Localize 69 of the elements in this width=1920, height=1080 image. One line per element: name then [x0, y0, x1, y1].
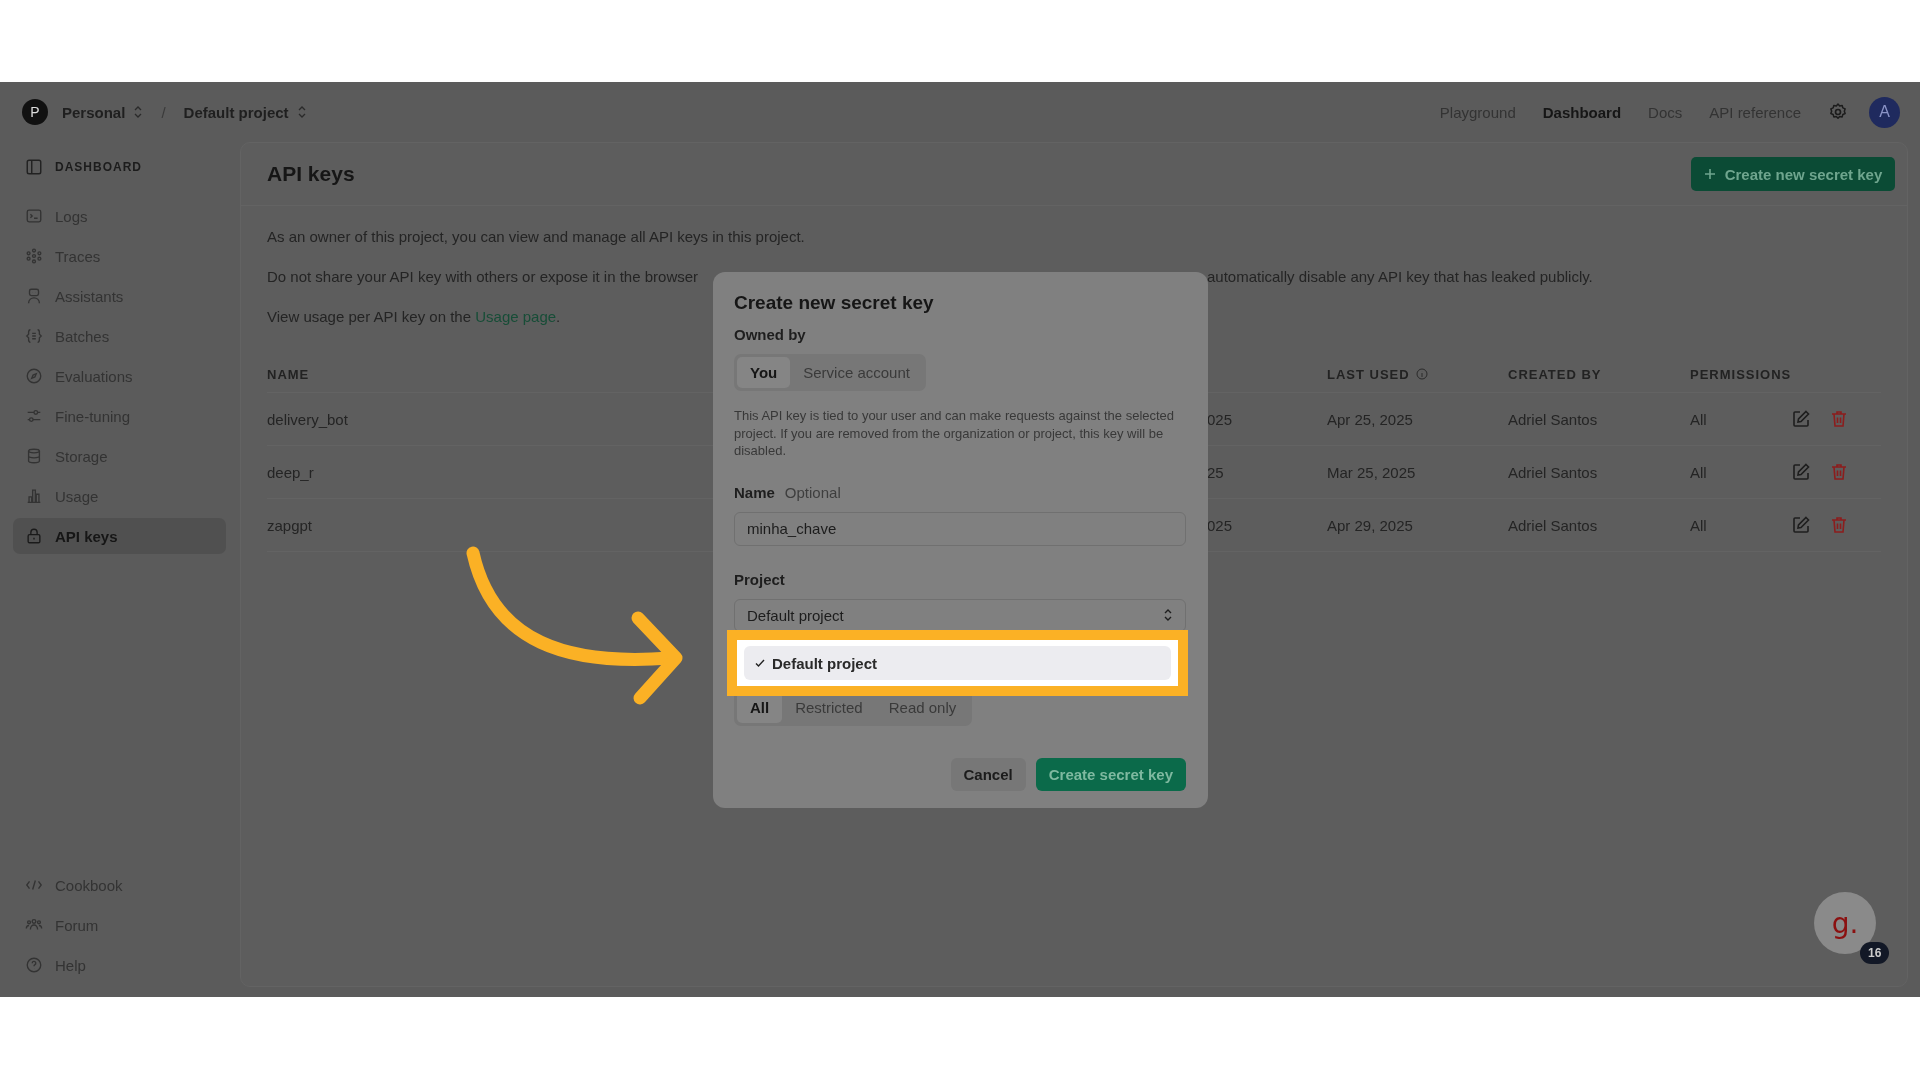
- field-label: Project: [734, 570, 786, 588]
- table-cell: All: [1690, 410, 1707, 428]
- bar-chart-icon: [25, 487, 43, 505]
- name-input[interactable]: minha_chave: [734, 511, 1186, 546]
- edit-icon[interactable]: [1791, 515, 1812, 535]
- info-icon[interactable]: [1415, 368, 1428, 380]
- cancel-button[interactable]: Cancel: [950, 757, 1026, 791]
- table-cell: Adriel Santos: [1508, 410, 1598, 428]
- warning-text: automatically disable any API key that has leaked publicly.: [1207, 268, 1593, 286]
- sliders-icon: [25, 407, 43, 425]
- table-cell: delivery_bot: [267, 410, 348, 428]
- create-secret-key-button[interactable]: Create secret key: [1035, 757, 1186, 791]
- column-header: NAME: [267, 366, 310, 382]
- page-title: API keys: [267, 162, 355, 186]
- dialog-title: Create new secret key: [734, 292, 935, 314]
- sidebar-item[interactable]: API keys: [13, 518, 226, 554]
- field-label: Owned by: [734, 326, 807, 343]
- table-cell: Apr 25, 2025: [1327, 410, 1413, 428]
- nav-link[interactable]: Dashboard: [1542, 103, 1622, 121]
- table-cell: 25: [1207, 463, 1224, 481]
- dropdown-option[interactable]: Default project: [744, 646, 1171, 680]
- table-cell: Mar 25, 2025: [1327, 463, 1416, 481]
- breadcrumb-separator: /: [160, 103, 167, 121]
- column-header: LAST USED: [1327, 366, 1410, 382]
- chevron-updown-icon: [296, 105, 307, 119]
- settings-icon[interactable]: [1828, 102, 1848, 122]
- table-cell: deep_r: [267, 463, 314, 481]
- terminal-icon: [25, 207, 43, 225]
- column-header: CREATED BY: [1508, 366, 1602, 382]
- optional-hint: Optional: [784, 483, 841, 501]
- usage-page-link[interactable]: Usage page: [475, 308, 557, 325]
- field-label: Name: [734, 483, 775, 501]
- table-cell: Apr 29, 2025: [1327, 516, 1413, 534]
- edit-icon[interactable]: [1791, 409, 1812, 429]
- intro-text: As an owner of this project, you can view and manage all API keys in this project.: [267, 228, 806, 246]
- table-cell: Adriel Santos: [1508, 516, 1598, 534]
- sidebar-heading: DASHBOARD: [55, 160, 142, 174]
- help-logo: g.: [1831, 906, 1859, 940]
- help-icon: [25, 956, 43, 974]
- dots-icon: [25, 247, 43, 265]
- database-icon: [25, 447, 43, 465]
- segment-option[interactable]: Restricted: [782, 691, 876, 723]
- warning-text: Do not share your API key with others or expose it in the browser: [267, 268, 700, 286]
- plus-icon: [1703, 168, 1716, 180]
- column-header: PERMISSIONS: [1690, 366, 1792, 382]
- compass-icon: [25, 367, 43, 385]
- org-switcher[interactable]: Personal: [58, 103, 148, 121]
- project-switcher[interactable]: Default project: [179, 103, 311, 121]
- chevron-updown-icon: [133, 105, 144, 119]
- table-cell: 025: [1207, 516, 1233, 534]
- create-key-button[interactable]: Create new secret key: [1690, 157, 1896, 191]
- table-cell: Adriel Santos: [1508, 463, 1598, 481]
- table-cell: zapgpt: [267, 516, 313, 534]
- table-cell: All: [1690, 516, 1707, 534]
- braces-icon: [25, 327, 43, 345]
- segment-option[interactable]: You: [737, 357, 791, 388]
- user-avatar[interactable]: A: [1869, 96, 1900, 128]
- edit-icon[interactable]: [1791, 462, 1812, 482]
- org-avatar[interactable]: P: [22, 99, 48, 125]
- usage-text: View usage per API key on the Usage page.: [267, 308, 562, 326]
- sidebar-panel-icon[interactable]: [25, 158, 43, 176]
- table-cell: 025: [1207, 410, 1233, 428]
- segment-option[interactable]: Service account: [790, 357, 923, 388]
- dialog-description: This API key is tied to your user and can make requests against the selected project. If you are removed from the organization or project, this key will be disabled.: [734, 407, 1176, 460]
- segment-option[interactable]: Read only: [875, 691, 970, 723]
- lock-icon: [25, 527, 43, 545]
- table-cell: All: [1690, 463, 1707, 481]
- robot-icon: [25, 287, 43, 305]
- chevron-updown-icon: [1163, 608, 1173, 622]
